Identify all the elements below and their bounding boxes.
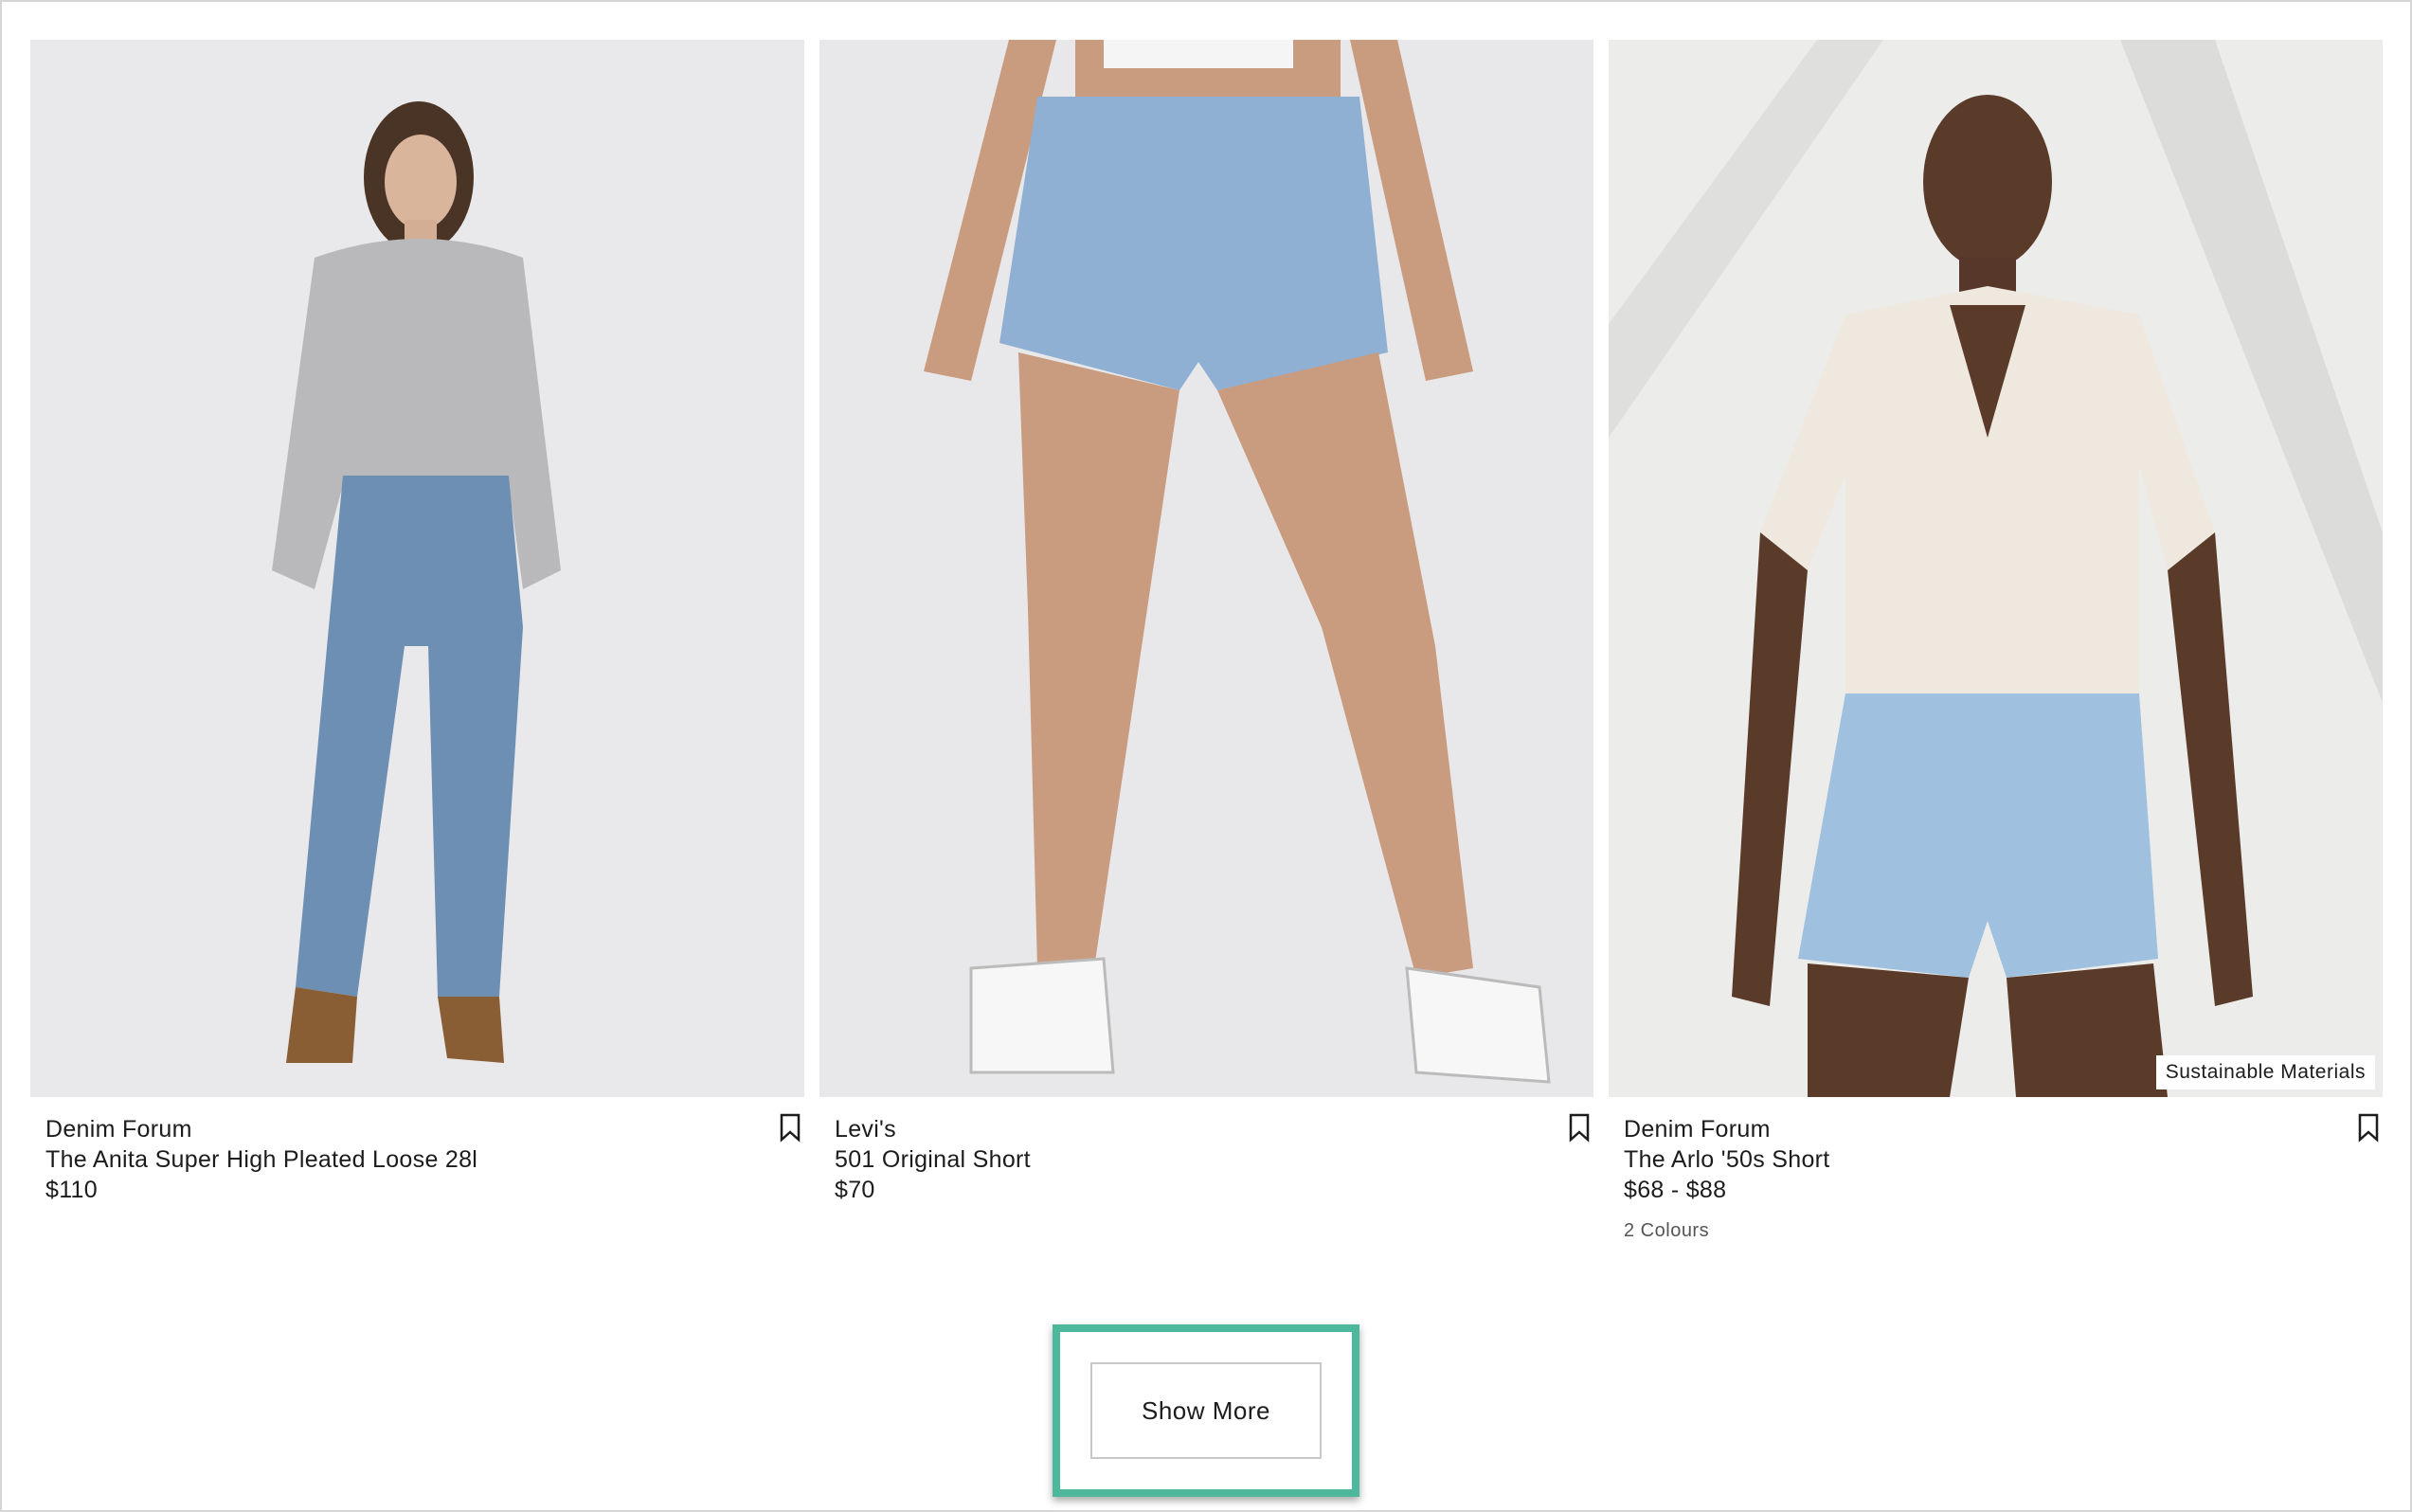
product-card[interactable]: Levi's 501 Original Short $70 xyxy=(819,40,1593,1242)
show-more-button[interactable]: Show More xyxy=(1090,1362,1322,1459)
bookmark-icon[interactable] xyxy=(2356,1112,2381,1143)
product-price: $110 xyxy=(45,1177,98,1203)
product-card[interactable]: Sustainable Materials Denim Forum The Ar… xyxy=(1609,40,2383,1242)
product-price: $70 xyxy=(835,1177,875,1203)
product-title[interactable]: The Anita Super High Pleated Loose 28l xyxy=(45,1144,789,1175)
product-photo-placeholder xyxy=(30,40,804,1097)
product-info: Levi's 501 Original Short $70 xyxy=(819,1097,1593,1205)
product-photo-placeholder xyxy=(819,40,1593,1097)
product-image[interactable]: Sustainable Materials xyxy=(1609,40,2383,1097)
bookmark-icon[interactable] xyxy=(1567,1112,1592,1143)
product-brand[interactable]: Denim Forum xyxy=(1624,1114,2367,1144)
product-info: Denim Forum The Anita Super High Pleated… xyxy=(30,1097,804,1205)
product-grid: Denim Forum The Anita Super High Pleated… xyxy=(30,40,2383,1242)
product-colours-count[interactable]: 2 Colours xyxy=(1624,1220,2367,1242)
product-title[interactable]: 501 Original Short xyxy=(835,1144,1578,1175)
product-image[interactable] xyxy=(30,40,804,1097)
product-photo-placeholder xyxy=(1609,40,2383,1097)
product-image[interactable] xyxy=(819,40,1593,1097)
product-brand[interactable]: Levi's xyxy=(835,1114,1578,1144)
product-card[interactable]: Denim Forum The Anita Super High Pleated… xyxy=(30,40,804,1242)
show-more-highlight: Show More xyxy=(1053,1324,1359,1497)
product-price: $68 - $88 xyxy=(1624,1177,1727,1203)
product-title[interactable]: The Arlo '50s Short xyxy=(1624,1144,2367,1175)
sustainable-materials-badge: Sustainable Materials xyxy=(2155,1055,2375,1089)
bookmark-icon[interactable] xyxy=(778,1112,802,1143)
product-brand[interactable]: Denim Forum xyxy=(45,1114,789,1144)
product-info: Denim Forum The Arlo '50s Short $68 - $8… xyxy=(1609,1097,2383,1242)
